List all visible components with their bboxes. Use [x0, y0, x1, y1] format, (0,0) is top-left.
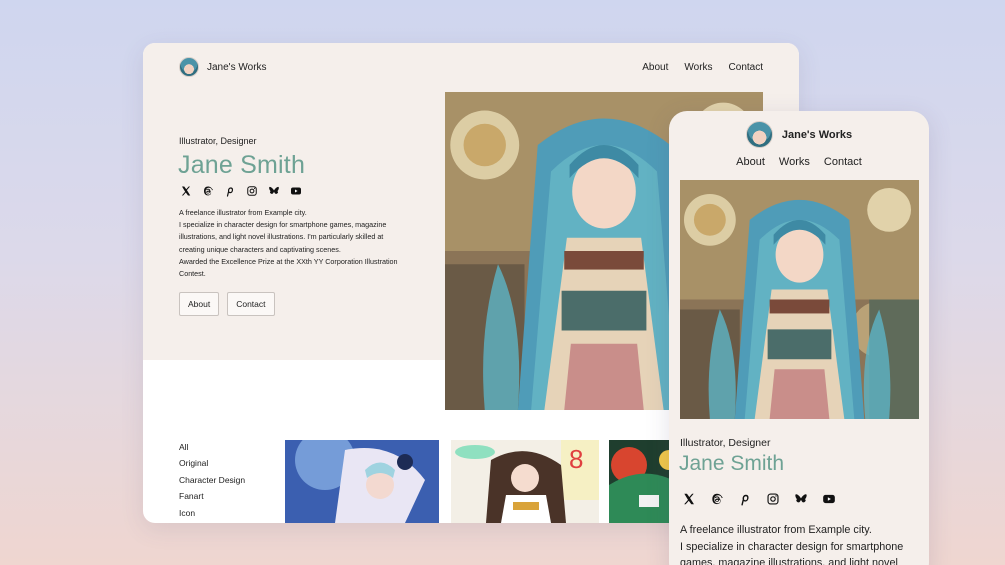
- bio-line: I specialize in character design for sma…: [680, 540, 904, 553]
- bio-line: games, magazine illustrations, and light…: [680, 557, 898, 565]
- threads-icon[interactable]: [202, 185, 214, 197]
- profile-bio: A freelance illustrator from Example cit…: [680, 522, 920, 565]
- bio-line: illustrations, and light novel illustrat…: [179, 232, 384, 242]
- bio-line: Awarded the Excellence Prize at the XXth…: [179, 256, 398, 266]
- about-button[interactable]: About: [179, 292, 220, 316]
- works-filter-list: All Original Character Design Fanart Ico…: [179, 439, 245, 521]
- bio-line: creating unique characters and captivati…: [179, 244, 341, 254]
- nav-works-link[interactable]: Works: [779, 156, 810, 168]
- threads-icon[interactable]: [710, 492, 724, 506]
- avatar: [745, 121, 773, 148]
- bio-line: I specialize in character design for sma…: [179, 220, 387, 230]
- profile-bio: A freelance illustrator from Example cit…: [179, 207, 411, 280]
- social-links: [180, 185, 302, 197]
- mobile-brand[interactable]: Jane's Works: [669, 121, 929, 148]
- work-thumbnail[interactable]: [285, 440, 439, 523]
- pinterest-icon[interactable]: [738, 492, 752, 506]
- filter-fanart[interactable]: Fanart: [179, 488, 245, 504]
- nav-about-link[interactable]: About: [642, 62, 668, 73]
- nav-about-link[interactable]: About: [736, 156, 765, 168]
- profile-role: Illustrator, Designer: [179, 136, 257, 146]
- bluesky-icon[interactable]: [268, 185, 280, 197]
- instagram-icon[interactable]: [246, 185, 258, 197]
- main-nav: About Works Contact: [642, 62, 763, 73]
- profile-role: Illustrator, Designer: [680, 437, 771, 449]
- bluesky-icon[interactable]: [794, 492, 808, 506]
- svg-text:8: 8: [569, 444, 583, 474]
- avatar: [179, 57, 199, 77]
- work-thumbnail[interactable]: 8: [451, 440, 599, 523]
- bio-line: A freelance illustrator from Example cit…: [680, 524, 872, 536]
- filter-icon[interactable]: Icon: [179, 505, 245, 521]
- filter-character-design[interactable]: Character Design: [179, 472, 245, 488]
- mobile-nav: About Works Contact: [669, 156, 929, 168]
- nav-contact-link[interactable]: Contact: [729, 62, 763, 73]
- nav-works-link[interactable]: Works: [684, 62, 712, 73]
- pinterest-icon[interactable]: [224, 185, 236, 197]
- contact-button[interactable]: Contact: [227, 292, 275, 316]
- social-links: [682, 492, 836, 506]
- nav-contact-link[interactable]: Contact: [824, 156, 862, 168]
- profile-name: Jane Smith: [679, 452, 785, 475]
- instagram-icon[interactable]: [766, 492, 780, 506]
- profile-name: Jane Smith: [178, 151, 306, 179]
- bio-line: A freelance illustrator from Example cit…: [179, 208, 307, 217]
- youtube-icon[interactable]: [290, 185, 302, 197]
- mobile-hero-illustration: [680, 180, 919, 419]
- x-icon[interactable]: [180, 185, 192, 197]
- filter-all[interactable]: All: [179, 439, 245, 455]
- x-icon[interactable]: [682, 492, 696, 506]
- mobile-mockup: Jane's Works About Works Contact Illustr…: [669, 111, 929, 565]
- brand-name: Jane's Works: [207, 61, 267, 73]
- brand[interactable]: Jane's Works: [179, 57, 267, 77]
- site-header: Jane's Works About Works Contact: [179, 57, 763, 77]
- bio-line: Contest.: [179, 269, 206, 279]
- hero-buttons: About Contact: [179, 292, 275, 316]
- filter-original[interactable]: Original: [179, 455, 245, 471]
- brand-name: Jane's Works: [781, 128, 853, 141]
- youtube-icon[interactable]: [822, 492, 836, 506]
